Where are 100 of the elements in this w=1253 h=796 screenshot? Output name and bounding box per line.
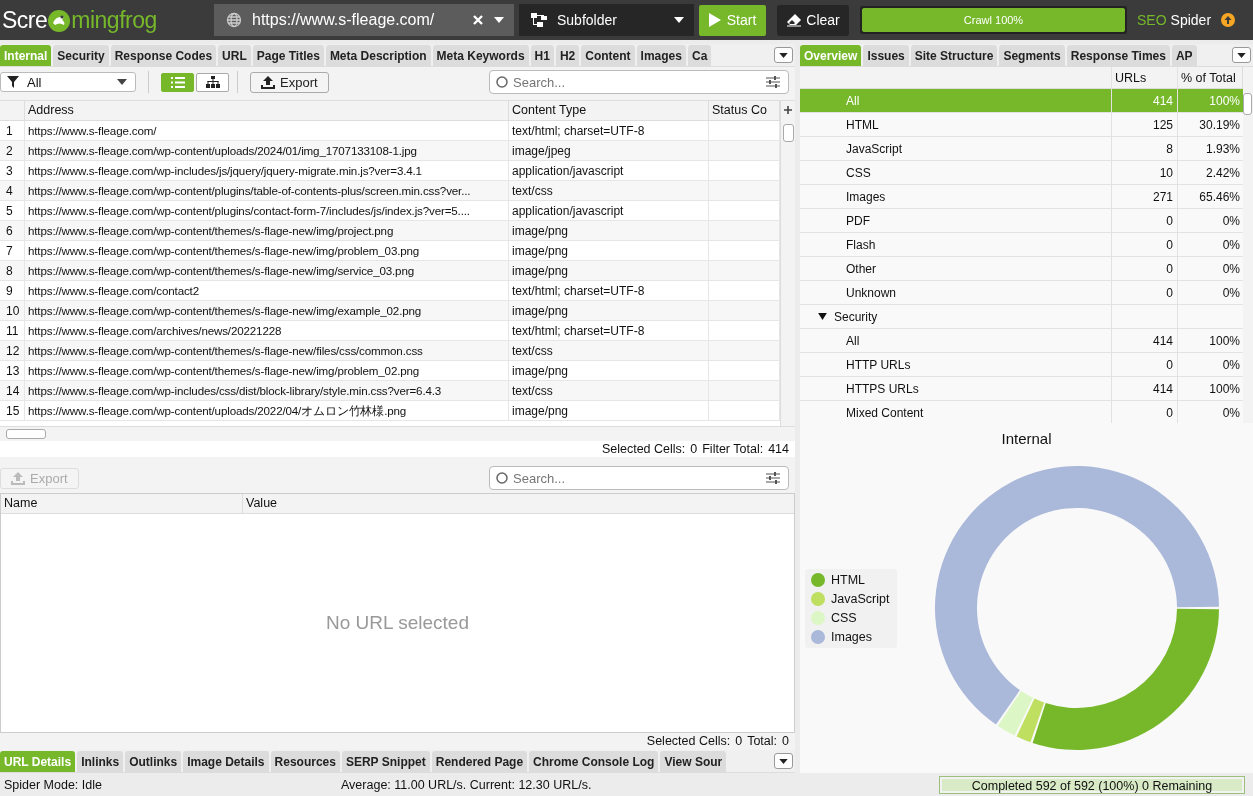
tabs-menu-button[interactable] (774, 753, 793, 769)
tab[interactable]: URL (218, 45, 251, 66)
tabs-menu-button[interactable] (774, 47, 793, 63)
table-row[interactable]: 13 https://www.s-fleage.com/wp-content/themes/s-flage-new/img/problem_02.png image/png (0, 361, 780, 381)
tab[interactable]: Page Titles (252, 45, 324, 66)
progress-label: Completed 592 of 592 (100%) 0 Remaining (970, 778, 1214, 793)
tab[interactable]: Chrome Console Log (529, 751, 659, 772)
tab[interactable]: Issues (863, 45, 909, 66)
table-cell: application/javascript (509, 201, 709, 220)
table-cell: image/png (509, 401, 709, 420)
overview-row[interactable]: Security (800, 305, 1243, 329)
table-row[interactable]: 5 https://www.s-fleage.com/wp-content/plugins/contact-form-7/includes/js/index.js?ver=5.... application/javascript (0, 201, 780, 221)
search-input[interactable]: Search... (513, 470, 761, 486)
overview-row[interactable]: HTTPS URLs 414 100% (800, 377, 1243, 401)
table-row[interactable]: 3 https://www.s-fleage.com/wp-includes/js/jquery/jquery-migrate.min.js?ver=3.4.1 application/javascript (0, 161, 780, 181)
table-row[interactable]: 8 https://www.s-fleage.com/wp-content/themes/s-flage-new/img/service_03.png image/png (0, 261, 780, 281)
tab[interactable]: Images (636, 45, 686, 66)
tab[interactable]: Response Codes (110, 45, 217, 66)
url-count: 271 (1112, 185, 1178, 208)
column-header[interactable]: Content Type (509, 101, 709, 120)
table-cell: image/png (509, 221, 709, 240)
tab[interactable]: Content (581, 45, 635, 66)
search-field[interactable]: Search... (489, 70, 789, 94)
tab[interactable]: H2 (555, 45, 580, 66)
search-field[interactable]: Search... (489, 466, 789, 490)
tab[interactable]: SERP Snippet (341, 751, 430, 772)
caret-icon (117, 79, 127, 85)
overview-row[interactable]: Flash 0 0% (800, 233, 1243, 257)
table-row[interactable]: 14 https://www.s-fleage.com/wp-includes/css/dist/block-library/style.min.css?ver=6.4.3 text/css (0, 381, 780, 401)
overview-row[interactable]: PDF 0 0% (800, 209, 1243, 233)
column-header[interactable]: Name (1, 494, 243, 513)
tab[interactable]: Ca (687, 45, 712, 66)
sliders-icon[interactable] (766, 472, 780, 484)
tab[interactable]: Segments (999, 45, 1065, 66)
filter-icon (7, 76, 19, 88)
tab[interactable]: Rendered Page (431, 751, 528, 772)
legend-label: Images (831, 630, 872, 644)
tab[interactable]: Meta Description (325, 45, 431, 66)
clear-button[interactable]: Clear (777, 4, 849, 36)
clear-icon[interactable] (472, 14, 484, 26)
percent-value: 30.19% (1198, 116, 1241, 134)
overview-row[interactable]: Images 271 65.46% (800, 185, 1243, 209)
row-label: All (846, 93, 860, 108)
percent-value: 0% (1221, 236, 1241, 254)
plus-icon[interactable] (784, 106, 792, 114)
vertical-scrollbar[interactable] (1243, 67, 1253, 423)
search-input[interactable]: Search... (513, 74, 761, 90)
expand-icon[interactable] (818, 313, 827, 320)
url-count: 414 (1112, 89, 1178, 112)
overview-row[interactable]: JavaScript 8 1.93% (800, 137, 1243, 161)
scroll-thumb[interactable] (782, 124, 794, 142)
vertical-scrollbar[interactable] (780, 101, 795, 426)
tab[interactable]: Response Times (1066, 45, 1170, 66)
export-button[interactable]: Export (250, 71, 329, 93)
tab[interactable]: AP (1171, 45, 1197, 66)
overview-row[interactable]: HTTP URLs 0 0% (800, 353, 1243, 377)
column-header[interactable]: Address (25, 101, 509, 120)
column-header[interactable]: URLs (1112, 67, 1178, 88)
table-row[interactable]: 2 https://www.s-fleage.com/wp-content/uploads/2024/01/img_1707133108-1.jpg image/jpeg (0, 141, 780, 161)
table-row[interactable]: 11 https://www.s-fleage.com/archives/news/20221228 text/html; charset=UTF-8 (0, 321, 780, 341)
scroll-thumb[interactable] (1243, 93, 1252, 115)
horizontal-scrollbar[interactable] (0, 426, 795, 441)
tab[interactable]: Image Details (183, 751, 269, 772)
tabs-menu-button[interactable] (1232, 47, 1251, 63)
tab[interactable]: Security (53, 45, 109, 66)
url-field[interactable]: https://www.s-fleage.com/ (214, 4, 514, 36)
url-input[interactable]: https://www.s-fleage.com/ (252, 11, 462, 29)
filter-dropdown[interactable]: All (0, 72, 136, 92)
table-row[interactable]: 10 https://www.s-fleage.com/wp-content/themes/s-flage-new/img/example_02.png image/png (0, 301, 780, 321)
row-label: HTML (846, 117, 879, 132)
sliders-icon[interactable] (766, 76, 780, 88)
brand-text: SEO (1137, 12, 1167, 28)
table-row[interactable]: 4 https://www.s-fleage.com/wp-content/plugins/table-of-contents-plus/screen.min.css?ver... text/css (0, 181, 780, 201)
overview-row[interactable]: HTML 125 30.19% (800, 113, 1243, 137)
tab[interactable]: Resources (270, 751, 340, 772)
mode-dropdown[interactable]: Subfolder (519, 4, 694, 36)
tab[interactable]: Site Structure (910, 45, 998, 66)
scroll-thumb[interactable] (6, 429, 46, 439)
table-row[interactable]: 6 https://www.s-fleage.com/wp-content/themes/s-flage-new/img/project.png image/png (0, 221, 780, 241)
table-row[interactable]: 7 https://www.s-fleage.com/wp-content/themes/s-flage-new/img/problem_03.png image/png (0, 241, 780, 261)
table-row[interactable]: 15 https://www.s-fleage.com/wp-content/uploads/2022/04/オムロン竹林様.png image/png (0, 401, 780, 421)
tab[interactable]: Outlinks (125, 751, 182, 772)
tab[interactable]: H1 (530, 45, 554, 66)
table-row[interactable]: 12 https://www.s-fleage.com/wp-content/themes/s-flage-new/files/css/common.css text/css (0, 341, 780, 361)
table-row[interactable]: 1 https://www.s-fleage.com/ text/html; charset=UTF-8 (0, 121, 780, 141)
overview-row[interactable]: Other 0 0% (800, 257, 1243, 281)
overview-row[interactable]: CSS 10 2.42% (800, 161, 1243, 185)
overview-row[interactable]: Unknown 0 0% (800, 281, 1243, 305)
tab[interactable]: Inlinks (77, 751, 124, 772)
tree-view-button[interactable] (196, 72, 229, 92)
caret-icon[interactable] (494, 17, 504, 23)
overview-row[interactable]: All 414 100% (800, 329, 1243, 353)
row-number: 9 (0, 281, 25, 300)
row-label: Mixed Content (846, 405, 924, 420)
table-cell: https://www.s-fleage.com/wp-content/themes/s-flage-new/img/example_02.png (25, 301, 509, 320)
tab[interactable]: Meta Keywords (432, 45, 529, 66)
update-icon[interactable] (1221, 13, 1236, 27)
tab[interactable]: View Sour (660, 751, 727, 772)
column-header[interactable]: Value (243, 494, 794, 513)
table-row[interactable]: 9 https://www.s-fleage.com/contact2 text/html; charset=UTF-8 (0, 281, 780, 301)
